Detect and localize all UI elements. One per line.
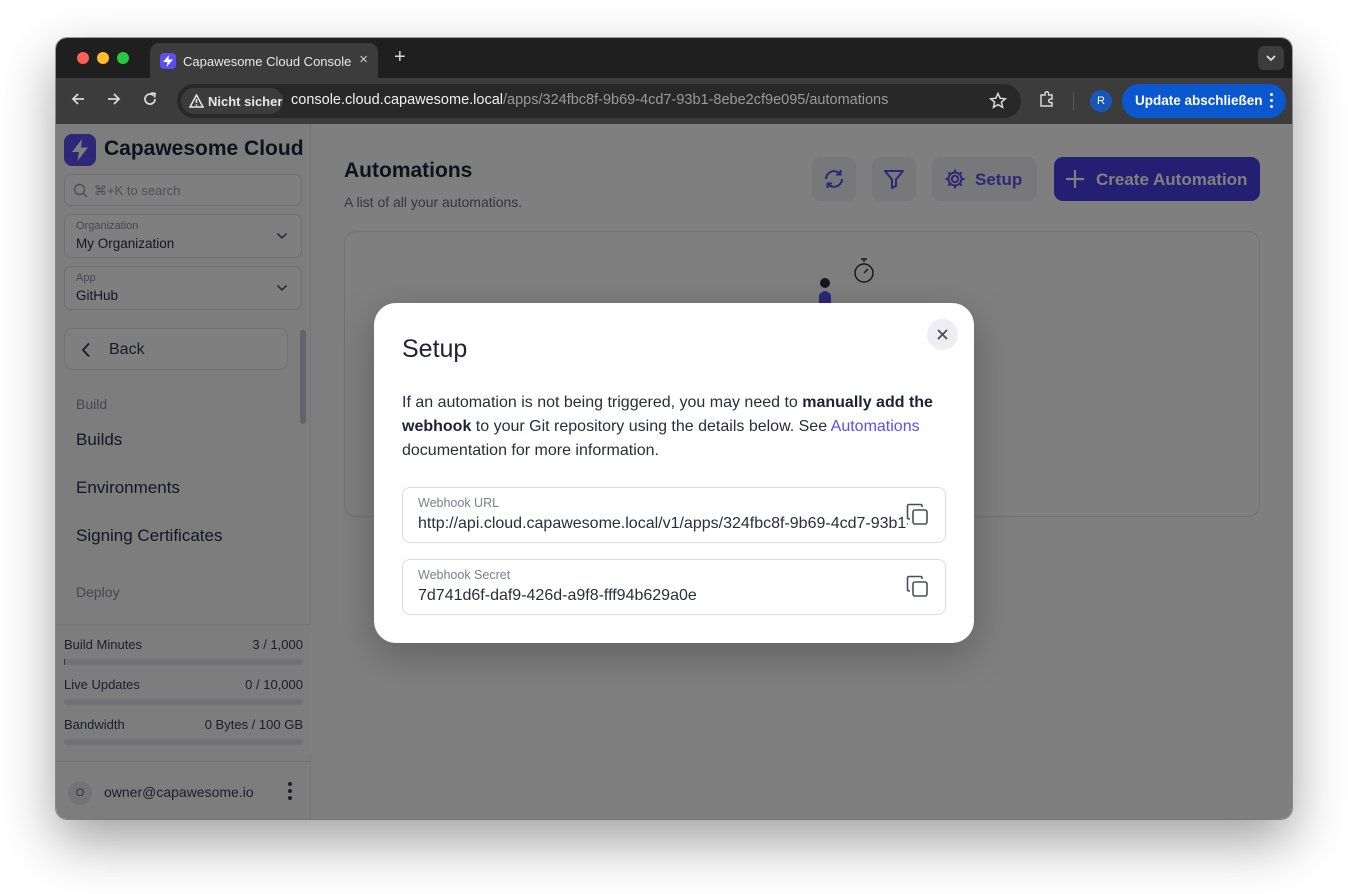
address-bar[interactable]: Nicht sicher console.cloud.capawesome.lo… [177,84,1021,118]
setup-dialog: Setup If an automation is not being trig… [374,303,974,643]
star-icon[interactable] [989,92,1007,110]
maximize-window-button[interactable] [117,52,129,64]
browser-tab[interactable]: Capawesome Cloud Console × [150,43,378,78]
lightning-icon [160,53,176,69]
forward-arrow-icon[interactable] [106,91,122,107]
dialog-title: Setup [402,335,468,363]
close-icon [937,329,948,340]
webhook-secret-label: Webhook Secret [418,568,511,582]
reload-icon[interactable] [142,91,158,107]
description-text: documentation for more information. [402,442,660,459]
profile-avatar[interactable]: R [1090,90,1112,112]
warning-icon [189,94,204,108]
webhook-secret-field[interactable]: Webhook Secret 7d741d6f-daf9-426d-a9f8-f… [402,559,946,615]
tab-strip: Capawesome Cloud Console × + [56,38,1292,78]
url-text: console.cloud.capawesome.local/apps/324f… [291,92,888,108]
page-viewport: Capawesome Cloud ⌘+K to search Organizat… [56,124,1292,819]
dialog-description: If an automation is not being triggered,… [402,391,954,463]
webhook-url-value[interactable]: http://api.cloud.capawesome.local/v1/app… [418,515,908,533]
description-text: to your Git repository using the details… [471,418,831,435]
tab-title: Capawesome Cloud Console [183,54,352,69]
copy-icon[interactable] [905,502,931,528]
description-text: If an automation is not being triggered,… [402,394,803,411]
chevron-down-icon [1266,55,1276,62]
update-button[interactable]: Update abschließen [1122,84,1286,118]
automations-docs-link[interactable]: Automations [831,418,920,435]
url-path: /apps/324fbc8f-9b69-4cd7-93b1-8ebe2cf9e0… [503,92,889,108]
close-window-button[interactable] [77,52,89,64]
url-host: console.cloud.capawesome.local [291,92,503,108]
new-tab-button[interactable]: + [394,46,406,68]
update-label: Update abschließen [1135,93,1263,108]
back-arrow-icon[interactable] [70,91,86,107]
webhook-url-field[interactable]: Webhook URL http://api.cloud.capawesome.… [402,487,946,543]
security-label: Nicht sicher [208,94,283,109]
tab-search-button[interactable] [1258,46,1284,70]
tab-close-button[interactable]: × [359,52,368,68]
browser-toolbar: Nicht sicher console.cloud.capawesome.lo… [56,78,1292,124]
webhook-url-label: Webhook URL [418,496,500,510]
browser-window: Capawesome Cloud Console × + Nicht siche… [56,38,1292,819]
more-vertical-icon [1270,93,1274,111]
minimize-window-button[interactable] [97,52,109,64]
puzzle-icon[interactable] [1038,90,1056,108]
toolbar-divider [1073,92,1074,110]
copy-icon[interactable] [905,574,931,600]
webhook-secret-value[interactable]: 7d741d6f-daf9-426d-a9f8-fff94b629a0e [418,587,908,605]
close-button[interactable] [927,319,958,350]
security-chip[interactable]: Nicht sicher [181,88,283,114]
